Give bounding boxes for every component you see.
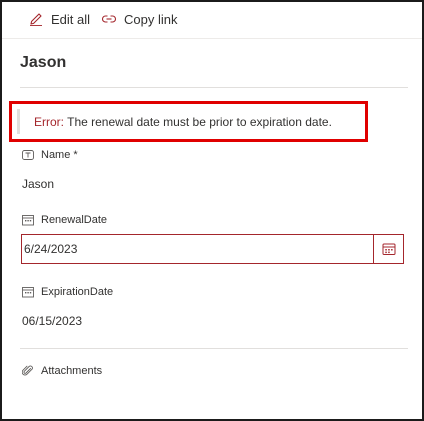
date-picker-button[interactable]	[373, 235, 403, 263]
item-title: Jason	[20, 54, 67, 71]
name-value[interactable]: Jason	[22, 177, 54, 191]
link-icon	[102, 15, 116, 23]
error-message-bar: Error: The renewal date must be prior to…	[17, 109, 360, 134]
edit-all-button[interactable]: Edit all	[28, 11, 90, 27]
section-divider	[20, 348, 408, 349]
name-field-label: Name *	[22, 149, 78, 161]
error-text: The renewal date must be prior to expira…	[64, 115, 332, 129]
item-panel: Edit all Copy link Jason Error: The rene…	[0, 0, 424, 421]
expiration-date-value[interactable]: 06/15/2023	[22, 314, 82, 328]
error-message: Error: The renewal date must be prior to…	[34, 115, 332, 129]
renewal-date-input-wrapper	[21, 234, 404, 264]
calendar-icon	[382, 243, 395, 255]
expiration-date-label: ExpirationDate	[41, 286, 114, 298]
expiration-date-field-label: ExpirationDate	[22, 286, 113, 298]
command-bar: Edit all Copy link	[2, 2, 422, 39]
copy-link-button[interactable]: Copy link	[101, 11, 177, 27]
paperclip-icon	[22, 365, 33, 376]
attachments-label: Attachments	[41, 365, 103, 377]
error-label: Error:	[34, 115, 64, 129]
attachments-field-label[interactable]: Attachments	[22, 365, 102, 377]
calendar-icon	[22, 215, 34, 226]
edit-all-label: Edit all	[51, 11, 91, 27]
copy-link-label: Copy link	[124, 11, 178, 27]
renewal-date-label: RenewalDate	[41, 214, 108, 226]
title-divider	[20, 87, 408, 88]
pencil-icon	[30, 13, 42, 26]
renewal-date-input[interactable]	[23, 235, 364, 263]
error-highlight-box: Error: The renewal date must be prior to…	[9, 101, 368, 142]
text-field-icon	[22, 150, 34, 160]
renewal-date-field-label: RenewalDate	[22, 214, 107, 226]
calendar-icon	[22, 287, 34, 298]
name-label: Name *	[41, 149, 78, 161]
